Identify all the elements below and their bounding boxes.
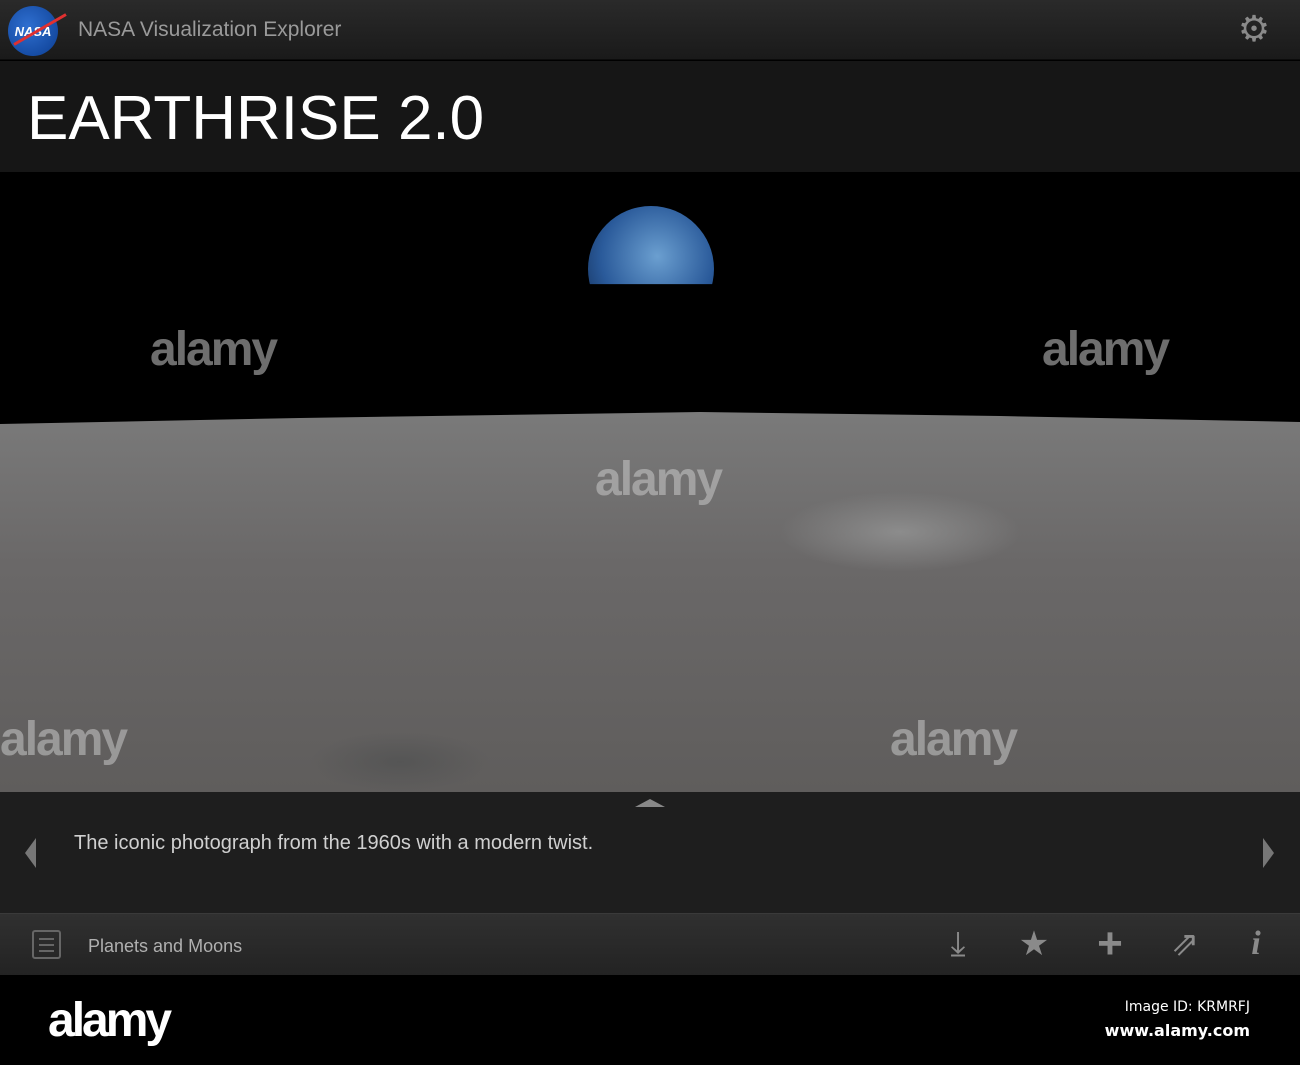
plus-icon[interactable]: + bbox=[1090, 922, 1130, 966]
caption-text: The iconic photograph from the 1960s wit… bbox=[74, 832, 594, 854]
expand-caret-icon[interactable] bbox=[635, 799, 665, 807]
title-band: EARTHRISE 2.0 bbox=[0, 61, 1300, 172]
nasa-logo-text: NASA bbox=[14, 23, 52, 39]
earth bbox=[588, 206, 714, 285]
star-icon[interactable]: ★ bbox=[1014, 924, 1054, 964]
watermark: alamy bbox=[150, 323, 278, 376]
image-id: Image ID: KRMRFJ bbox=[1124, 999, 1250, 1015]
gear-icon[interactable]: ⚙ bbox=[1236, 11, 1272, 47]
watermark: alamy bbox=[1042, 323, 1170, 376]
list-icon[interactable] bbox=[32, 930, 61, 959]
caption-panel: The iconic photograph from the 1960s wit… bbox=[0, 792, 1300, 913]
previous-arrow-icon[interactable] bbox=[25, 838, 36, 868]
next-arrow-icon[interactable] bbox=[1263, 838, 1274, 868]
alamy-logo: alamy bbox=[48, 994, 172, 1047]
watermark-footer: alamy Image ID: KRMRFJ www.alamy.com bbox=[0, 975, 1300, 1065]
category-label[interactable]: Planets and Moons bbox=[88, 936, 242, 957]
share-icon[interactable]: ⇗ bbox=[1165, 924, 1205, 964]
site-url: www.alamy.com bbox=[1104, 1021, 1250, 1040]
page-title: EARTHRISE 2.0 bbox=[27, 84, 485, 153]
app-title: NASA Visualization Explorer bbox=[78, 18, 342, 41]
bottom-toolbar: Planets and Moons ⤓ ★ + ⇗ i bbox=[0, 913, 1300, 975]
watermark: alamy bbox=[595, 453, 723, 506]
info-icon[interactable]: i bbox=[1236, 924, 1276, 964]
watermark: alamy bbox=[0, 713, 128, 766]
nasa-logo: NASA bbox=[8, 6, 58, 56]
app-header: NASA NASA Visualization Explorer ⚙ bbox=[0, 0, 1300, 60]
download-icon[interactable]: ⤓ bbox=[938, 924, 978, 964]
watermark: alamy bbox=[890, 713, 1018, 766]
earthrise-image[interactable]: alamy alamy alamy alamy alamy bbox=[0, 172, 1300, 792]
